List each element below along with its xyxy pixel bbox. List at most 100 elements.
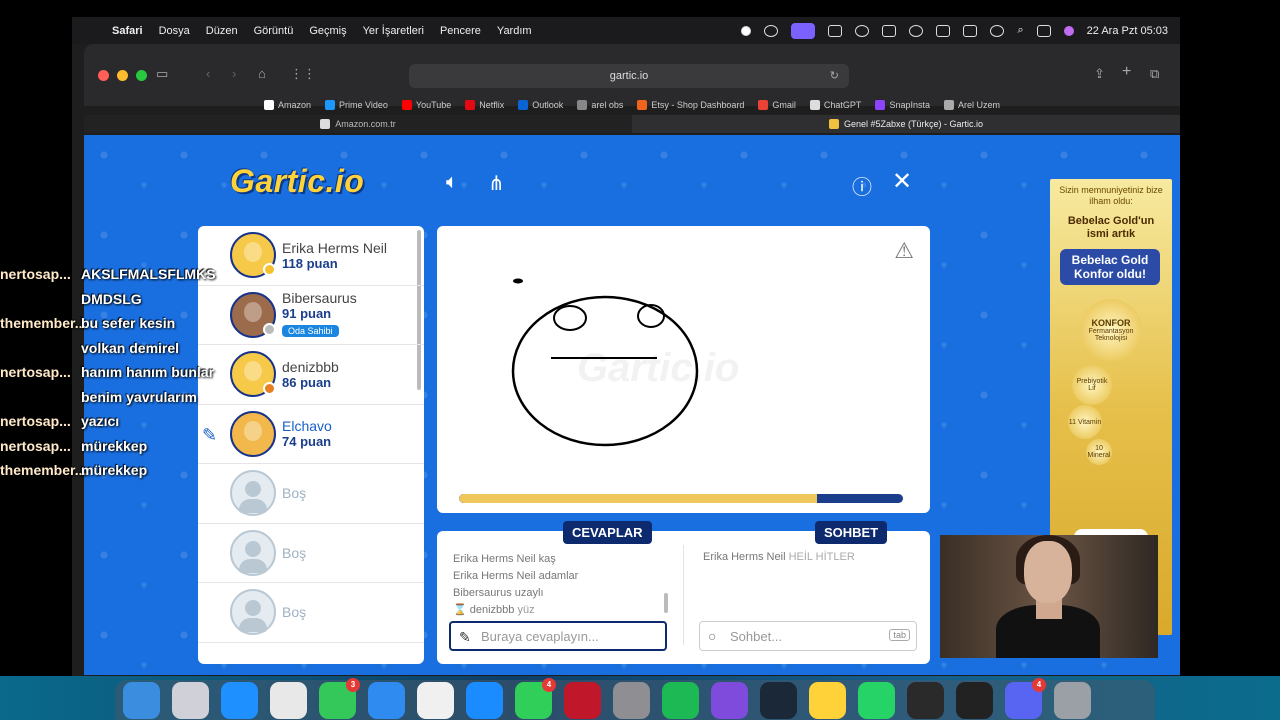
drawing-canvas[interactable]: Gartic.io ⚠ [437,226,930,513]
steam-icon[interactable] [760,681,797,719]
bookmark-item[interactable]: SnapInsta [875,100,930,110]
player-name: Elchavo [282,418,332,435]
menu-app-name[interactable]: Safari [112,25,143,37]
dock: 3 4 4 [115,677,1155,720]
zoom-window-button[interactable] [136,70,147,81]
bookmark-item[interactable]: ChatGPT [809,100,861,110]
answer-user: Erika Herms Neil [453,553,536,565]
sound-icon[interactable]: 🔈︎ [446,171,458,194]
gartic-logo[interactable]: Gartic.io [230,163,364,200]
sidebar-icon[interactable]: ▭ [156,66,168,82]
player-row[interactable]: Boş [198,583,424,643]
bookmark-item[interactable]: Netflix [465,100,504,110]
menu-item-help[interactable]: Yardım [497,25,532,37]
facetime-icon[interactable]: 4 [515,677,556,719]
menu-item-window[interactable]: Pencere [440,25,481,37]
finder-icon[interactable] [123,681,160,719]
player-row[interactable]: denizbbb 86 puan [198,345,424,405]
siri-icon[interactable] [1063,25,1074,36]
answer-input[interactable]: ✎ Buraya cevaplayın... [449,621,667,651]
overlay-chat-row: nertosap... hanım hanım bunlar [0,364,230,388]
chat-label: SOHBET [815,521,888,544]
whatsapp-icon[interactable] [858,681,895,719]
mail-icon[interactable] [368,681,405,719]
back-icon[interactable]: ‹ [206,66,210,81]
messages-icon[interactable]: 3 [319,677,360,719]
menu-item-bookmarks[interactable]: Yer İşaretleri [363,25,424,37]
safari-icon[interactable] [221,681,258,719]
address-bar[interactable]: gartic.io ↻ [409,64,849,88]
player-info: Elchavo 74 puan [282,418,332,449]
bookmark-item[interactable]: Prime Video [325,100,388,110]
answers-scrollbar[interactable] [664,593,668,613]
report-warning-icon[interactable]: ⚠ [894,238,914,264]
chrome-icon[interactable] [270,681,307,719]
home-icon[interactable]: ⌂ [258,66,266,81]
player-row[interactable]: Erika Herms Neil 118 puan [198,226,424,286]
overlay-chat-user: nertosap... [0,437,71,454]
tab-gartic[interactable]: Genel #5Zabxe (Türkçe) - Gartic.io [632,115,1180,133]
search-icon[interactable]: ⌕ [1017,24,1023,37]
control-center-icon[interactable] [1036,24,1051,37]
menu-clock[interactable]: 22 Ara Pzt 05:03 [1087,25,1168,37]
close-window-button[interactable] [98,70,109,81]
ad-button[interactable]: Bebelac Gold Konfor oldu! [1060,249,1160,285]
notes-icon[interactable] [809,681,846,719]
forward-icon[interactable]: › [232,66,236,81]
record-icon[interactable] [741,25,752,36]
grid-icon[interactable]: ⋮⋮ [290,66,316,82]
app-store-icon[interactable] [466,681,503,719]
photos-icon[interactable] [417,681,454,719]
player-row[interactable]: ✎ Elchavo 74 puan [198,405,424,464]
user-icon[interactable] [909,24,924,37]
settings-icon[interactable] [613,681,650,719]
wifi-icon[interactable] [990,24,1005,37]
new-tab-icon[interactable]: + [1122,63,1131,81]
minimize-window-button[interactable] [117,70,128,81]
menu-item-history[interactable]: Geçmiş [309,25,346,37]
player-name: denizbbb [282,358,339,375]
bookmark-item[interactable]: Etsy - Shop Dashboard [637,100,744,110]
spotify-icon[interactable] [662,681,699,719]
launchpad-icon[interactable] [172,681,209,719]
bookmark-item[interactable]: Arel Uzem [943,100,1000,110]
obs-icon[interactable] [907,681,944,719]
infuse-icon[interactable] [711,681,748,719]
discord-icon[interactable]: 4 [1005,677,1046,719]
player-info: Boş [282,485,306,501]
car-icon[interactable] [936,24,951,37]
tab-amazon[interactable]: Amazon.com.tr [84,115,632,133]
trash-icon[interactable] [1054,681,1091,719]
menu-item-edit[interactable]: Düzen [206,25,238,37]
battery-icon[interactable] [963,24,978,37]
player-row[interactable]: Boş [198,464,424,524]
photo-booth-icon[interactable] [564,681,601,719]
player-name: Boş [282,485,307,502]
bookmark-item[interactable]: arel obs [577,100,623,110]
reload-icon[interactable]: ↻ [830,64,839,88]
dock-badge: 4 [542,677,556,692]
player-avatar [230,232,276,279]
creative-cloud-icon[interactable] [764,24,779,37]
chat-input[interactable]: ○ Sohbet... tab [699,621,917,651]
chat-text: HEİL HİTLER [788,551,855,563]
screen-share-icon[interactable] [791,22,816,39]
share-icon[interactable]: ⇪ [1094,66,1105,82]
menu-item-file[interactable]: Dosya [159,25,190,37]
display-icon[interactable] [828,24,843,37]
player-row[interactable]: Boş [198,524,424,583]
activity-monitor-icon[interactable] [956,681,993,719]
close-icon[interactable]: ✕ [892,167,912,196]
player-row[interactable]: Bibersaurus 91 puan Oda Sahibi [198,286,424,345]
info-icon[interactable]: ⓘ [852,171,872,200]
bookmark-item[interactable]: Outlook [518,100,563,110]
menu-item-view[interactable]: Görüntü [254,25,294,37]
bookmark-item[interactable]: Amazon [264,100,311,110]
player-info: Bibersaurus 91 puan Oda Sahibi [282,290,357,339]
bookmark-item[interactable]: Gmail [758,100,796,110]
fork-icon[interactable] [882,24,897,37]
play-icon[interactable] [855,24,870,37]
bookmark-item[interactable]: YouTube [401,100,451,110]
tabs-overview-icon[interactable]: ⧉ [1150,66,1159,82]
share-icon[interactable]: ⋔ [488,171,505,196]
